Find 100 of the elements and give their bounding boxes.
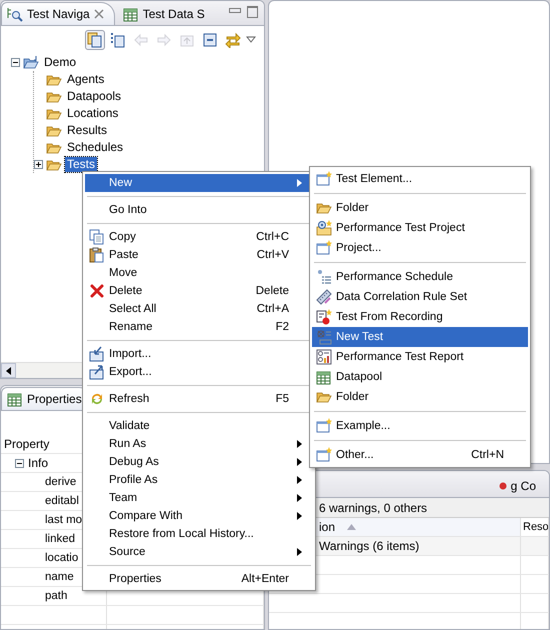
tree-item[interactable]: Schedules	[65, 140, 126, 155]
collapse-icon	[11, 58, 20, 67]
import-icon	[89, 346, 105, 362]
menu-item[interactable]: Performance Test Report	[312, 347, 528, 367]
new-window-icon	[316, 171, 332, 187]
submenu-arrow-icon	[297, 458, 303, 466]
menu-item[interactable]: Paste Ctrl+V	[85, 246, 313, 264]
tree-item[interactable]: Results	[65, 123, 110, 138]
menu-item[interactable]: Datapool	[312, 367, 528, 387]
menu-item[interactable]: Properties Alt+Enter	[85, 570, 313, 588]
property-name: path	[45, 590, 68, 602]
menu-item[interactable]: Profile As	[85, 471, 313, 489]
back-arrow-icon	[133, 32, 149, 48]
menu-item[interactable]: Test Element...	[312, 169, 528, 189]
collapse-all-icon	[202, 32, 218, 48]
project-folder-icon	[23, 54, 39, 70]
submenu-arrow-icon	[297, 476, 303, 484]
export-icon	[89, 364, 105, 380]
view-tab[interactable]: Test Data S	[116, 2, 216, 25]
forward-arrow-icon	[156, 32, 172, 48]
schedule-icon	[316, 269, 332, 285]
shortcut-text: Ctrl+A	[256, 303, 290, 315]
recording-icon	[316, 309, 332, 325]
new-window-icon	[316, 447, 332, 463]
copy-icon	[89, 229, 105, 245]
tree-item[interactable]: Tests	[65, 157, 98, 172]
submenu-arrow-icon	[297, 548, 303, 556]
shortcut-text: F2	[276, 321, 290, 333]
menu-item[interactable]: Performance Test Project	[312, 218, 528, 238]
property-name: name	[45, 571, 74, 583]
menu-item[interactable]: Rename F2	[85, 318, 313, 336]
shortcut-text: Delete	[256, 285, 290, 297]
tree-item[interactable]: Datapools	[65, 89, 124, 104]
menu-item[interactable]: Validate	[85, 417, 313, 435]
column-header[interactable]: Reso	[521, 518, 549, 536]
minimize-icon[interactable]	[229, 8, 241, 13]
property-name: locatio	[45, 552, 78, 564]
submenu-arrow-icon	[297, 512, 303, 520]
menu-item[interactable]: Source	[85, 543, 313, 561]
menu-item[interactable]: Delete Delete	[85, 282, 313, 300]
menu-item[interactable]: Folder	[312, 198, 528, 218]
menu-item[interactable]: Move	[85, 264, 313, 282]
property-name: editabl	[45, 495, 79, 507]
submenu-arrow-icon	[297, 494, 303, 502]
sort-arrow-icon	[347, 524, 356, 530]
menu-item[interactable]: Other... Ctrl+N	[312, 445, 528, 465]
submenu-arrow-icon	[297, 179, 303, 187]
submenu-arrow-icon	[297, 440, 303, 448]
tree-item[interactable]: Demo	[42, 55, 78, 70]
link-arrows-icon	[225, 32, 241, 48]
view-tab[interactable]: Test Naviga	[1, 2, 115, 25]
new-window-icon	[316, 418, 332, 434]
shortcut-text: Alt+Enter	[241, 573, 290, 585]
menu-item[interactable]: Project...	[312, 238, 528, 258]
collapse-icon	[15, 458, 24, 468]
folder-gear-icon	[316, 220, 332, 236]
menu-item[interactable]: Import...	[85, 345, 313, 363]
menu-item[interactable]: Select All Ctrl+A	[85, 300, 313, 318]
refresh-icon	[89, 391, 105, 407]
menu-item[interactable]: New Test	[312, 327, 528, 347]
menu-item[interactable]: Test From Recording	[312, 307, 528, 327]
document-stack-icon	[87, 32, 103, 48]
menu-item[interactable]: Example...	[312, 416, 528, 436]
toolbar-button[interactable]	[85, 30, 105, 50]
delete-icon	[89, 283, 105, 299]
left-arrow-icon	[6, 366, 12, 374]
table-icon	[316, 369, 332, 385]
tree-item[interactable]: Agents	[65, 72, 106, 87]
menu-item[interactable]: Performance Schedule	[312, 267, 528, 287]
toolbar-button[interactable]	[223, 30, 243, 50]
menu-item[interactable]: Go Into	[85, 201, 313, 219]
shortcut-text: Ctrl+V	[256, 249, 290, 261]
menu-item[interactable]: Folder	[312, 387, 528, 407]
menu-item[interactable]: Team	[85, 489, 313, 507]
error-icon	[498, 482, 507, 490]
scroll-left-button[interactable]	[1, 363, 16, 378]
menu-item[interactable]: Copy Ctrl+C	[85, 228, 313, 246]
property-name: derive	[45, 476, 76, 488]
menu-item[interactable]: Export...	[85, 363, 313, 381]
view-tab[interactable]: g Co	[492, 474, 543, 497]
shortcut-text: F5	[276, 393, 290, 405]
summary-text: 6 warnings, 0 others	[319, 500, 428, 514]
shortcut-text: Ctrl+N	[471, 449, 505, 461]
maximize-icon[interactable]	[247, 6, 258, 18]
shortcut-text: Ctrl+C	[256, 231, 290, 243]
property-name: last mo	[45, 514, 82, 526]
ruler-icon	[316, 289, 332, 305]
test-icon	[316, 329, 332, 345]
view-menu-icon	[246, 36, 256, 44]
property-name: linked	[45, 533, 76, 545]
menu-item[interactable]: Data Correlation Rule Set	[312, 287, 528, 307]
group-label: Info	[28, 456, 48, 470]
menu-item[interactable]: Debug As	[85, 453, 313, 471]
expand-icon	[34, 160, 43, 169]
paste-icon	[89, 247, 105, 263]
tree-item[interactable]: Locations	[65, 106, 120, 121]
close-icon	[94, 9, 104, 19]
report-icon	[316, 349, 332, 365]
new-window-icon	[316, 240, 332, 256]
table-icon	[7, 391, 23, 407]
